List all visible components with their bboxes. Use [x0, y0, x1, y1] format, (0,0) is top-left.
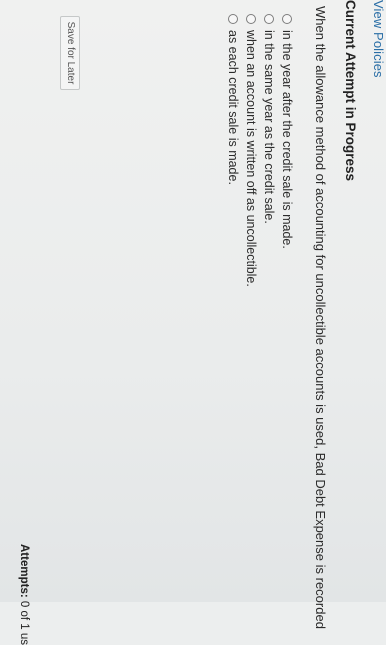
- radio-button[interactable]: [264, 14, 274, 24]
- radio-button[interactable]: [228, 14, 238, 24]
- attempts-label: Attempts:: [18, 544, 30, 598]
- answer-option-label: in the same year as the credit sale.: [262, 30, 276, 224]
- radio-button[interactable]: [246, 14, 256, 24]
- radio-button[interactable]: [282, 14, 292, 24]
- answer-option-1[interactable]: in the year after the credit sale is mad…: [280, 14, 294, 249]
- quiz-panel: View Policies Current Attempt in Progres…: [0, 0, 386, 645]
- attempts-counter: Attempts: 0 of 1 us: [18, 544, 30, 645]
- view-policies-link[interactable]: View Policies: [371, 0, 386, 78]
- answer-option-label: as each credit sale is made.: [226, 30, 240, 185]
- attempts-value: 0 of 1 us: [18, 600, 30, 645]
- section-heading: Current Attempt in Progress: [343, 0, 358, 182]
- answer-option-label: in the year after the credit sale is mad…: [280, 30, 294, 249]
- question-text: When the allowance method of accounting …: [313, 6, 328, 629]
- answer-option-3[interactable]: when an account is written off as uncoll…: [244, 14, 258, 287]
- answer-option-4[interactable]: as each credit sale is made.: [226, 14, 240, 185]
- answer-option-2[interactable]: in the same year as the credit sale.: [262, 14, 276, 224]
- save-for-later-button[interactable]: Save for Later: [60, 16, 80, 90]
- answer-option-label: when an account is written off as uncoll…: [244, 30, 258, 287]
